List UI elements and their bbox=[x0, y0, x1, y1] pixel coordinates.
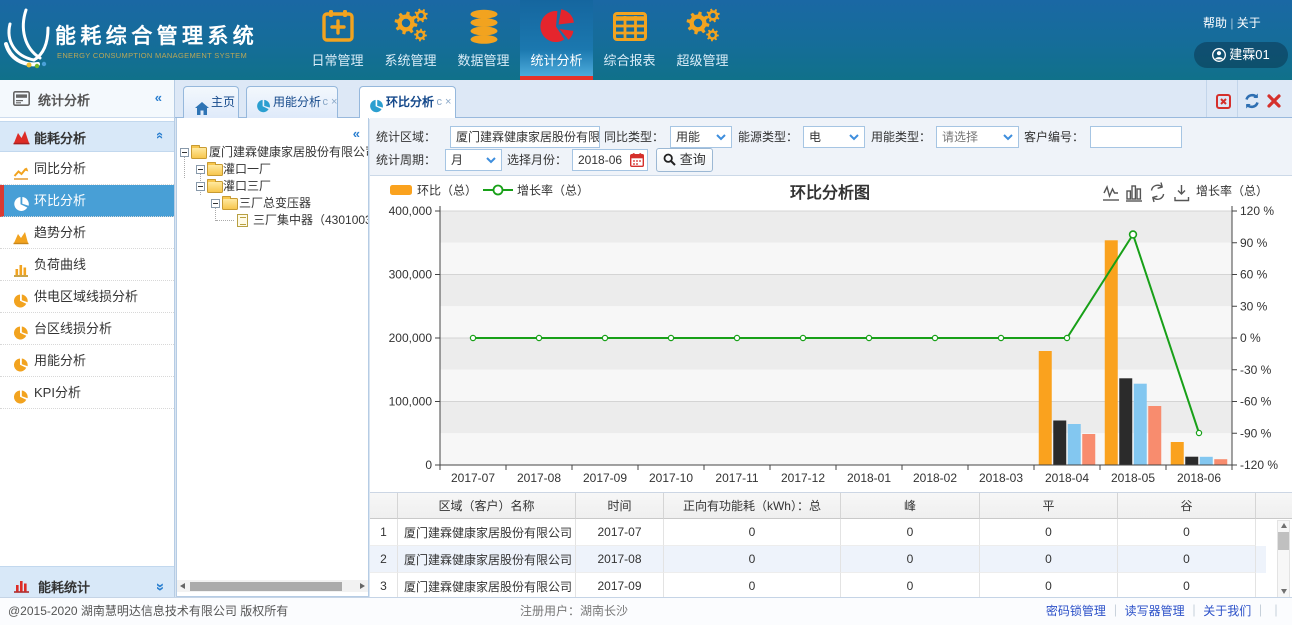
svg-text:90 %: 90 % bbox=[1240, 236, 1268, 250]
svg-text:0 %: 0 % bbox=[1240, 331, 1261, 345]
svg-text:-120 %: -120 % bbox=[1240, 458, 1278, 472]
svg-text:2017-12: 2017-12 bbox=[781, 471, 825, 485]
svg-text:2018-02: 2018-02 bbox=[913, 471, 957, 485]
svg-text:-60 %: -60 % bbox=[1240, 395, 1272, 409]
svg-text:环比（总）: 环比（总） bbox=[417, 184, 477, 198]
svg-text:2018-04: 2018-04 bbox=[1045, 471, 1089, 485]
svg-text:增长率（总）: 增长率（总） bbox=[517, 183, 589, 198]
svg-text:2018-03: 2018-03 bbox=[979, 471, 1023, 485]
svg-text:-90 %: -90 % bbox=[1240, 426, 1272, 440]
svg-text:2018-06: 2018-06 bbox=[1177, 471, 1221, 485]
svg-text:30 %: 30 % bbox=[1240, 299, 1268, 313]
svg-text:2018-05: 2018-05 bbox=[1111, 471, 1155, 485]
svg-text:-30 %: -30 % bbox=[1240, 363, 1272, 377]
svg-text:2017-08: 2017-08 bbox=[517, 471, 561, 485]
svg-text:2017-07: 2017-07 bbox=[451, 471, 495, 485]
svg-text:60 %: 60 % bbox=[1240, 268, 1268, 282]
svg-text:2017-09: 2017-09 bbox=[583, 471, 627, 485]
svg-text:120 %: 120 % bbox=[1240, 204, 1274, 218]
svg-text:2018-01: 2018-01 bbox=[847, 471, 891, 485]
svg-text:增长率（总）: 增长率（总） bbox=[1196, 183, 1268, 198]
svg-text:环比分析图: 环比分析图 bbox=[790, 183, 870, 202]
svg-text:2017-11: 2017-11 bbox=[715, 471, 758, 485]
svg-text:100,000: 100,000 bbox=[389, 395, 433, 409]
svg-text:300,000: 300,000 bbox=[389, 268, 433, 282]
svg-text:2017-10: 2017-10 bbox=[649, 471, 693, 485]
svg-text:400,000: 400,000 bbox=[389, 204, 433, 218]
svg-text:200,000: 200,000 bbox=[389, 331, 433, 345]
svg-text:0: 0 bbox=[425, 458, 432, 472]
